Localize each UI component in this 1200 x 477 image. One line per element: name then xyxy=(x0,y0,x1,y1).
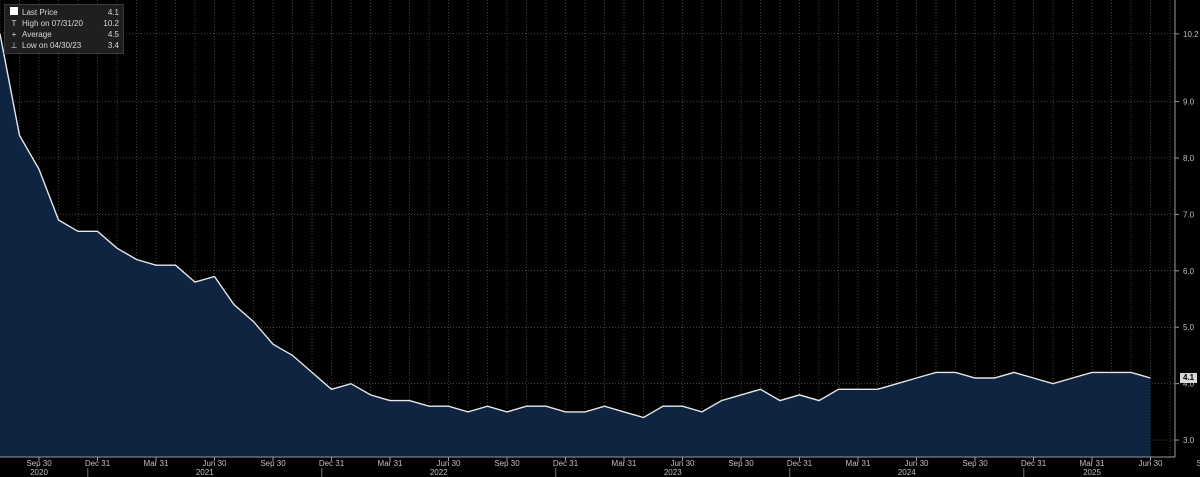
x-tick-label: Jun 30 xyxy=(904,459,929,468)
legend-label: Last Price xyxy=(22,8,58,17)
year-label: 2022 xyxy=(430,468,448,477)
legend-value: 4.5 xyxy=(107,30,119,39)
year-label: 2021 xyxy=(196,468,214,477)
x-tick-label: Mar 31 xyxy=(846,459,871,468)
year-label: 2020 xyxy=(30,468,48,477)
legend-low: ⊥ Low on 04/30/23 3.4 xyxy=(9,40,119,51)
legend-last-price: Last Price 4.1 xyxy=(9,7,119,18)
x-tick-label: Jun 30 xyxy=(1138,459,1163,468)
legend-high: T High on 07/31/20 10.2 xyxy=(9,18,119,29)
legend-value: 10.2 xyxy=(103,19,119,28)
high-marker-icon: T xyxy=(11,19,17,28)
year-labels: 2020 2021 2022 2023 2024 2025 xyxy=(30,468,1101,477)
x-tick-label: Sep 30 xyxy=(728,459,754,468)
legend-label: High on 07/31/20 xyxy=(22,19,83,28)
x-tick-label: Mar 31 xyxy=(612,459,637,468)
legend-label: Average xyxy=(22,30,52,39)
y-tick-label: 7.0 xyxy=(1183,210,1195,219)
legend-label: Low on 04/30/23 xyxy=(22,41,82,50)
x-tick-label: Sep 30 xyxy=(962,459,988,468)
x-tick-label: Mar 31 xyxy=(144,459,169,468)
x-tick-label: Mar 31 xyxy=(1080,459,1105,468)
x-tick-label: Dec 31 xyxy=(85,459,111,468)
low-marker-icon: ⊥ xyxy=(10,41,18,50)
y-tick-label: 6.0 xyxy=(1183,267,1195,276)
x-tick-label: Dec 31 xyxy=(319,459,345,468)
year-label: 2023 xyxy=(664,468,682,477)
last-price-swatch-icon xyxy=(9,7,19,18)
x-tick-label: Sep 30 xyxy=(260,459,286,468)
x-tick-label: Sep 30 xyxy=(494,459,520,468)
y-tick-label: 10.2 xyxy=(1183,30,1199,39)
x-tick-label: Jun 30 xyxy=(670,459,695,468)
legend-value: 3.4 xyxy=(107,41,119,50)
x-tick-label: Sep 30 xyxy=(26,459,52,468)
y-tick-label: 5.0 xyxy=(1183,323,1195,332)
x-tick-label: Dec 31 xyxy=(553,459,579,468)
average-marker-icon: + xyxy=(11,30,17,39)
x-tick-label: Jun 30 xyxy=(436,459,461,468)
legend-box: Last Price 4.1 T High on 07/31/20 10.2 +… xyxy=(4,4,124,54)
y-tick-label: 8.0 xyxy=(1183,154,1195,163)
y-tick-label: 9.0 xyxy=(1183,98,1195,107)
price-area-fill xyxy=(0,33,1151,458)
x-tick-label: Jun 30 xyxy=(202,459,227,468)
legend-value: 4.1 xyxy=(107,8,119,17)
x-axis-tick-labels: Sep 30 Dec 31 Mar 31 Jun 30 Sep 30 Dec 31 Mar … xyxy=(26,457,1200,468)
year-label: 2024 xyxy=(898,468,916,477)
x-tick-label: Sep 30 xyxy=(1196,459,1200,468)
x-tick-label: Dec 31 xyxy=(787,459,813,468)
last-price-badge: 4.1 xyxy=(1180,373,1198,383)
x-tick-label: Mar 31 xyxy=(378,459,403,468)
legend-average: + Average 4.5 xyxy=(9,29,119,40)
y-tick-label: 3.0 xyxy=(1183,436,1195,445)
x-tick-label: Dec 31 xyxy=(1021,459,1047,468)
year-label: 2025 xyxy=(1083,468,1101,477)
price-chart: 3.04.05.06.07.08.09.010.2 Sep 30 Dec 31 Ma… xyxy=(0,0,1200,477)
